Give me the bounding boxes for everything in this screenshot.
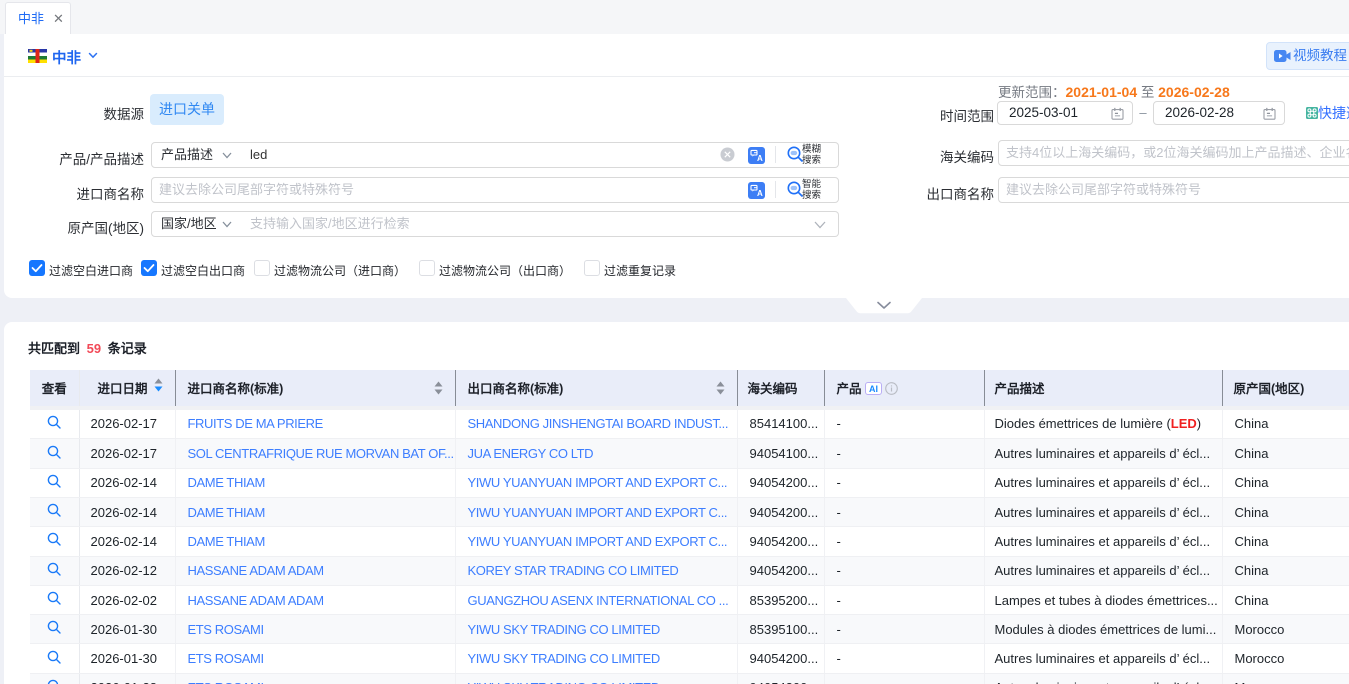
svg-text:A: A <box>757 154 763 163</box>
svg-text:A: A <box>757 189 763 198</box>
